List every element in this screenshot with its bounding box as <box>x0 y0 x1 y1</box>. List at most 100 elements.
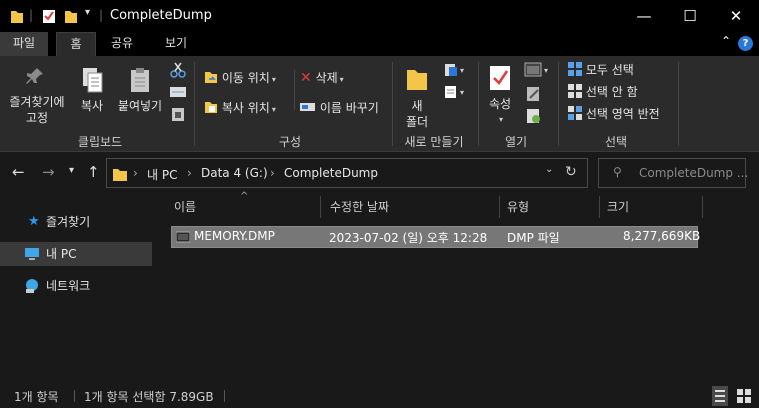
nav-item-this-pc[interactable]: 내 PC <box>0 242 152 266</box>
computer-icon <box>25 248 39 260</box>
search-icon: ⚲ <box>613 165 622 179</box>
cut-icon[interactable] <box>170 62 186 78</box>
nav-item-quick-access[interactable]: ★ 즐겨찾기 <box>0 210 152 234</box>
properties-button[interactable]: 속성 ▾ <box>482 64 518 128</box>
new-folder-line1: 새 <box>411 99 423 113</box>
pin-icon <box>26 68 43 84</box>
copy-button[interactable]: 복사 <box>72 66 112 114</box>
breadcrumb-chevron-icon[interactable]: › <box>187 166 192 180</box>
ribbon-tabs: 파일 홈 공유 보기 ⌃ ? <box>0 32 759 56</box>
folder-icon <box>11 11 23 23</box>
dump-file-icon <box>176 231 190 243</box>
nav-item-network[interactable]: 네트워크 <box>0 274 152 298</box>
new-folder-quick-icon[interactable] <box>64 8 78 24</box>
paste-shortcut-icon[interactable] <box>171 106 185 122</box>
delete-dropdown-icon: ▾ <box>339 75 344 84</box>
selection-info: 1개 항목 선택함 7.89GB <box>84 390 214 404</box>
nav-item-label: 즐겨찾기 <box>46 215 91 229</box>
properties-dropdown-icon: ▾ <box>498 115 503 124</box>
new-folder-button[interactable]: 새 폴더 <box>398 64 436 130</box>
title-bar: | ▾ | CompleteDump — ☐ ✕ <box>0 0 759 32</box>
copy-label: 복사 <box>80 99 104 113</box>
recent-locations-chevron-icon[interactable]: ▾ <box>69 165 74 176</box>
clipboard-group-label: 클립보드 <box>77 135 123 149</box>
select-all-icon <box>568 62 582 76</box>
breadcrumb-chevron-icon[interactable]: › <box>270 166 275 180</box>
forward-arrow-icon[interactable]: → <box>42 163 55 181</box>
delete-label: 삭제 <box>315 71 338 85</box>
column-header-type[interactable]: 유형 <box>507 194 529 220</box>
breadcrumb-this-pc[interactable]: 내 PC <box>147 166 177 183</box>
select-all-label: 모두 선택 <box>585 63 634 77</box>
invert-selection-button[interactable]: 선택 영역 반전 <box>568 104 660 124</box>
tab-home[interactable]: 홈 <box>56 32 96 56</box>
open-group-label: 열기 <box>504 135 528 149</box>
file-size: 8,277,669KB <box>623 229 701 243</box>
breadcrumb-folder[interactable]: CompleteDump <box>284 166 378 180</box>
new-folder-icon <box>407 70 427 90</box>
help-icon[interactable]: ? <box>738 36 753 51</box>
select-all-button[interactable]: 모두 선택 <box>568 60 634 80</box>
file-type: DMP 파일 <box>507 231 560 245</box>
file-name: MEMORY.DMP <box>194 229 275 243</box>
pin-label-line2: 고정 <box>25 111 49 125</box>
quick-access-dropdown-icon[interactable]: ▾ <box>85 7 90 18</box>
properties-check-icon[interactable] <box>42 8 56 24</box>
search-box[interactable]: ⚲ CompleteDump ... <box>598 158 748 188</box>
ribbon: 즐겨찾기에 고정 복사 붙여넣기 클립보드 이동 위치▾ 복사 위치▾ ✕ <box>0 56 759 152</box>
address-dropdown-icon[interactable]: ⌄ <box>545 164 553 175</box>
minimize-button[interactable]: — <box>621 0 667 32</box>
up-arrow-icon[interactable]: ↑ <box>87 163 100 181</box>
item-count: 1개 항목 <box>14 390 59 404</box>
tab-file[interactable]: 파일 <box>0 32 48 56</box>
properties-label: 속성 <box>488 97 512 111</box>
svg-text:▾: ▾ <box>460 66 464 75</box>
copy-path-icon[interactable] <box>170 86 186 98</box>
column-header-name[interactable]: 이름 <box>174 194 196 220</box>
easy-access-icon[interactable]: ▾ <box>444 84 468 100</box>
rename-button[interactable]: 이름 바꾸기 <box>300 98 379 118</box>
rename-label: 이름 바꾸기 <box>319 101 379 115</box>
invert-selection-label: 선택 영역 반전 <box>585 107 660 121</box>
navigation-bar: ← → ▾ ↑ › 내 PC › Data 4 (G:) › CompleteD… <box>0 152 759 194</box>
rename-icon <box>300 103 315 111</box>
properties-icon <box>490 66 510 90</box>
paste-button[interactable]: 붙여넣기 <box>114 66 166 114</box>
tab-view[interactable]: 보기 <box>152 32 200 56</box>
collapse-ribbon-icon[interactable]: ⌃ <box>721 34 731 48</box>
select-group-label: 선택 <box>604 135 628 149</box>
delete-button[interactable]: ✕ 삭제 ▾ <box>300 68 344 88</box>
breadcrumb-drive[interactable]: Data 4 (G:) <box>201 166 268 180</box>
address-bar[interactable]: › 내 PC › Data 4 (G:) › CompleteDump ⌄ ↻ <box>106 158 588 188</box>
refresh-icon[interactable]: ↻ <box>565 164 577 180</box>
move-to-button[interactable]: 이동 위치 ▾ <box>204 68 276 88</box>
details-view-icon[interactable] <box>712 386 728 406</box>
search-input[interactable]: CompleteDump ... <box>639 166 748 180</box>
move-to-icon <box>205 72 217 83</box>
back-arrow-icon[interactable]: ← <box>12 163 25 181</box>
tab-share[interactable]: 공유 <box>100 32 144 56</box>
close-button[interactable]: ✕ <box>713 0 759 32</box>
select-none-button[interactable]: 선택 안 함 <box>568 82 638 102</box>
edit-icon[interactable] <box>526 86 542 102</box>
paste-icon <box>131 68 149 92</box>
maximize-button[interactable]: ☐ <box>667 0 713 32</box>
new-group-label: 새로 만들기 <box>404 135 464 149</box>
breadcrumb-chevron-icon[interactable]: › <box>133 166 138 180</box>
delete-x-icon: ✕ <box>300 70 312 86</box>
history-icon[interactable] <box>526 108 542 124</box>
large-icons-view-icon[interactable] <box>736 388 752 404</box>
sort-ascending-icon: ^ <box>240 191 249 202</box>
copy-to-button[interactable]: 복사 위치 ▾ <box>204 98 276 118</box>
column-header-date-modified[interactable]: 수정한 날짜 <box>330 194 389 220</box>
nav-item-label: 네트워크 <box>46 279 91 293</box>
copy-to-label: 복사 위치 <box>221 101 270 115</box>
column-header-size[interactable]: 크기 <box>607 194 629 220</box>
paste-label: 붙여넣기 <box>117 99 163 113</box>
pin-to-quick-access-button[interactable]: 즐겨찾기에 고정 <box>4 66 70 126</box>
open-icon[interactable]: ▾ <box>524 62 552 78</box>
nav-item-label: 내 PC <box>46 247 77 261</box>
file-row[interactable]: MEMORY.DMP 2023-07-02 (일) 오후 12:28 DMP 파… <box>171 226 701 248</box>
move-to-dropdown-icon: ▾ <box>271 75 276 84</box>
new-item-icon[interactable]: ▾ <box>444 62 468 78</box>
